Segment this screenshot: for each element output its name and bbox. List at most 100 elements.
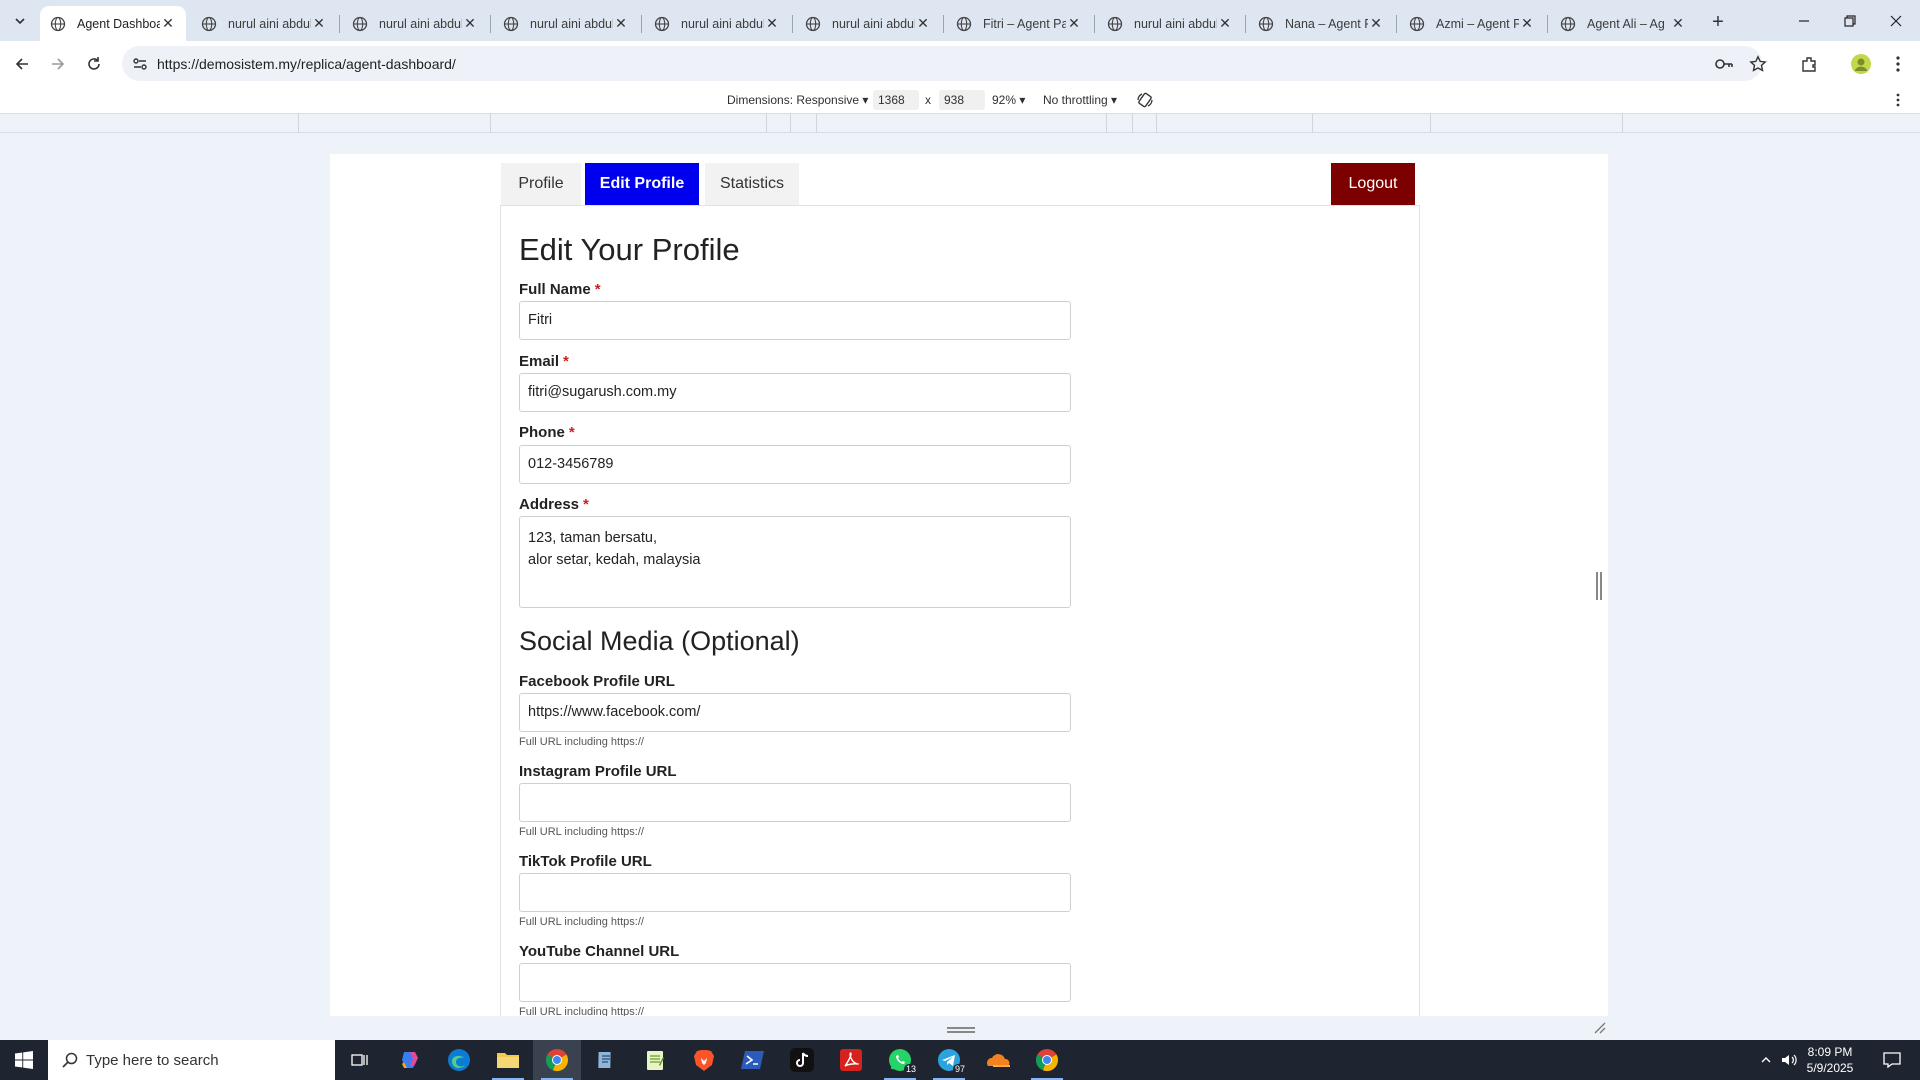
phone-input[interactable]: 012-3456789 [519, 445, 1071, 484]
close-tab-icon[interactable]: ✕ [1368, 15, 1384, 32]
dimensions-dropdown[interactable]: Dimensions: Responsive ▾ [727, 93, 868, 107]
instagram-label: Instagram Profile URL [519, 763, 677, 780]
close-tab-icon[interactable]: ✕ [311, 15, 327, 32]
browser-tab[interactable]: nurul aini abdul ✕ [1097, 6, 1243, 41]
notepad-app-icon[interactable] [582, 1040, 630, 1080]
system-clock[interactable]: 8:09 PM 5/9/2025 [1792, 1044, 1868, 1076]
close-tab-icon[interactable]: ✕ [1519, 15, 1535, 32]
clock-time: 8:09 PM [1807, 1045, 1853, 1059]
globe-icon [1258, 16, 1274, 31]
brave-browser-icon[interactable] [680, 1040, 728, 1080]
globe-icon [352, 16, 368, 31]
close-tab-icon[interactable]: ✕ [613, 15, 629, 32]
close-tab-icon[interactable]: ✕ [462, 15, 478, 32]
close-window-icon[interactable] [1873, 0, 1919, 41]
globe-icon [654, 16, 670, 31]
notepad-plus-icon[interactable] [631, 1040, 679, 1080]
file-explorer-icon[interactable] [484, 1040, 532, 1080]
close-tab-icon[interactable]: ✕ [1217, 15, 1233, 32]
address-textarea[interactable]: 123, taman bersatu, alor setar, kedah, m… [519, 516, 1071, 608]
taskbar-search-box[interactable]: Type here to search [48, 1040, 335, 1080]
tab-label: nurul aini abdul [1134, 16, 1217, 31]
reload-icon[interactable] [80, 50, 108, 78]
viewport-corner-resize-icon[interactable] [1592, 1020, 1606, 1034]
notifications-icon[interactable] [1872, 1040, 1912, 1080]
task-view-icon[interactable] [336, 1040, 384, 1080]
windows-start-icon[interactable] [0, 1040, 48, 1080]
email-input[interactable]: fitri@sugarush.com.my [519, 373, 1071, 412]
tab-search-dropdown-icon[interactable] [8, 9, 32, 33]
browser-tab[interactable]: nurul aini abdul ✕ [493, 6, 639, 41]
viewport-width-resize-handle[interactable] [1596, 572, 1602, 600]
facebook-hint: Full URL including https:// [519, 736, 644, 748]
browser-tab[interactable]: nurul aini abdul ✕ [644, 6, 790, 41]
browser-toolbar: https://demosistem.my/replica/agent-dash… [0, 41, 1920, 86]
new-tab-icon[interactable]: + [1704, 8, 1732, 36]
devtools-more-icon[interactable] [1896, 93, 1900, 107]
tiktok-url-input[interactable] [519, 873, 1071, 912]
bookmark-star-icon[interactable] [1744, 50, 1772, 78]
zoom-dropdown[interactable]: 92% ▾ [992, 93, 1025, 107]
phone-label: Phone * [519, 424, 575, 441]
viewport-height-input[interactable]: 938 [939, 90, 985, 110]
back-icon[interactable] [8, 50, 36, 78]
site-settings-icon[interactable] [132, 56, 148, 72]
page-title: Edit Your Profile [519, 232, 740, 267]
browser-tab[interactable]: nurul aini abdul ✕ [191, 6, 337, 41]
tab-edit-profile[interactable]: Edit Profile [585, 163, 699, 205]
required-marker: * [563, 353, 569, 370]
powershell-icon[interactable] [729, 1040, 777, 1080]
cloudflare-warp-icon[interactable] [974, 1040, 1022, 1080]
telegram-icon[interactable]: 97 [925, 1040, 973, 1080]
address-bar[interactable]: https://demosistem.my/replica/agent-dash… [122, 46, 1762, 81]
tiktok-app-icon[interactable] [778, 1040, 826, 1080]
minimize-icon[interactable] [1781, 0, 1827, 41]
chrome-icon[interactable] [533, 1040, 581, 1080]
throttling-dropdown[interactable]: No throttling ▾ [1043, 93, 1117, 107]
edge-browser-icon[interactable] [435, 1040, 483, 1080]
copilot-icon[interactable] [386, 1040, 434, 1080]
browser-tab[interactable]: nurul aini abdul ✕ [342, 6, 488, 41]
extensions-icon[interactable] [1795, 50, 1823, 78]
browser-tab[interactable]: nurul aini abdul ✕ [795, 6, 941, 41]
facebook-url-input[interactable]: https://www.facebook.com/ [519, 693, 1071, 732]
tab-profile[interactable]: Profile [501, 163, 581, 205]
show-hidden-icons-icon[interactable] [1756, 1040, 1776, 1080]
chrome-profile-icon[interactable] [1023, 1040, 1071, 1080]
instagram-url-input[interactable] [519, 783, 1071, 822]
logout-button[interactable]: Logout [1331, 163, 1415, 205]
browser-tab[interactable]: Nana – Agent P ✕ [1248, 6, 1394, 41]
viewport-height-resize-handle[interactable] [947, 1027, 975, 1033]
whatsapp-badge: 13 [903, 1064, 918, 1074]
close-tab-icon[interactable]: ✕ [1670, 15, 1686, 32]
browser-tab[interactable]: Agent Ali – Ag ✕ [1550, 6, 1696, 41]
viewport-width-input[interactable]: 1368 [873, 90, 919, 110]
tab-label: Nana – Agent P [1285, 16, 1368, 31]
close-tab-icon[interactable]: ✕ [764, 15, 780, 32]
close-tab-icon[interactable]: ✕ [1066, 15, 1082, 32]
close-tab-icon[interactable]: ✕ [915, 15, 931, 32]
tab-label: Agent Ali – Ag [1587, 16, 1665, 31]
tab-label: nurul aini abdul [530, 16, 613, 31]
password-key-icon[interactable] [1714, 56, 1734, 72]
youtube-url-input[interactable] [519, 963, 1071, 1002]
whatsapp-icon[interactable]: 13 [876, 1040, 924, 1080]
globe-icon [1409, 16, 1425, 31]
rotate-icon[interactable] [1136, 91, 1154, 109]
forward-icon[interactable] [44, 50, 72, 78]
browser-tab-agent-dashboard[interactable]: Agent Dashboard ✕ [40, 6, 186, 41]
profile-avatar-icon[interactable] [1847, 50, 1875, 78]
browser-tab[interactable]: Fitri – Agent Pa ✕ [946, 6, 1092, 41]
tiktok-hint: Full URL including https:// [519, 916, 644, 928]
tab-statistics[interactable]: Statistics [705, 163, 799, 205]
full-name-input[interactable]: Fitri [519, 301, 1071, 340]
acrobat-reader-icon[interactable] [827, 1040, 875, 1080]
globe-icon [201, 16, 217, 31]
restore-icon[interactable] [1827, 0, 1873, 41]
browser-tab[interactable]: Azmi – Agent P ✕ [1399, 6, 1545, 41]
required-marker: * [594, 281, 601, 298]
full-name-label: Full Name * [519, 281, 601, 298]
close-tab-icon[interactable]: ✕ [160, 15, 176, 32]
globe-icon [50, 16, 66, 31]
browser-menu-icon[interactable] [1884, 50, 1912, 78]
